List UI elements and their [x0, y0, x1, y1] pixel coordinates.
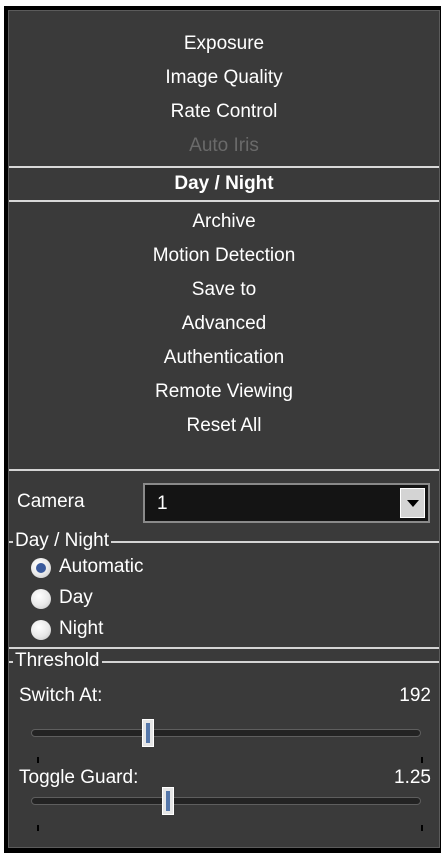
settings-panel: Exposure Image Quality Rate Control Auto…	[4, 6, 441, 853]
settings-menu: Exposure Image Quality Rate Control Auto…	[9, 27, 439, 443]
chevron-down-icon[interactable]	[400, 488, 425, 518]
slider-tick	[421, 757, 423, 763]
toggle-guard-slider-thumb[interactable]	[161, 787, 174, 815]
switch-at-value: 192	[399, 685, 431, 706]
radio-automatic-label: Automatic	[59, 556, 144, 577]
radio-day-label: Day	[59, 587, 93, 608]
menu-item-advanced[interactable]: Advanced	[9, 307, 439, 341]
radio-night-label: Night	[59, 618, 104, 639]
day-night-group-title: Day / Night	[13, 530, 111, 552]
threshold-group-title: Threshold	[13, 650, 102, 672]
switch-at-slider-thumb[interactable]	[142, 719, 154, 747]
menu-item-remote-viewing[interactable]: Remote Viewing	[9, 375, 439, 409]
menu-item-auto-iris: Auto Iris	[189, 135, 259, 156]
radio-button-icon[interactable]	[31, 558, 51, 578]
radio-button-icon[interactable]	[31, 589, 51, 609]
menu-item-reset-all[interactable]: Reset All	[9, 409, 439, 443]
slider-tick	[37, 757, 39, 763]
toggle-guard-slider-track[interactable]	[31, 797, 421, 805]
menu-item-image-quality[interactable]: Image Quality	[9, 61, 439, 95]
menu-item-day-night[interactable]: Day / Night	[9, 166, 439, 202]
radio-button-icon[interactable]	[31, 620, 51, 640]
slider-tick	[37, 825, 39, 831]
group-divider	[9, 647, 439, 649]
menu-item-exposure[interactable]: Exposure	[9, 27, 439, 61]
menu-item-authentication[interactable]: Authentication	[9, 341, 439, 375]
switch-at-label: Switch At:	[19, 685, 103, 706]
camera-select[interactable]: 1	[143, 483, 430, 523]
toggle-guard-label: Toggle Guard:	[19, 767, 139, 788]
day-night-group: Day / Night Automatic Day Night	[9, 530, 439, 653]
camera-label: Camera	[17, 491, 85, 512]
menu-divider	[9, 469, 439, 471]
menu-item-rate-control[interactable]: Rate Control	[9, 95, 439, 129]
menu-item-archive[interactable]: Archive	[9, 205, 439, 239]
toggle-guard-value: 1.25	[394, 767, 431, 788]
switch-at-slider-track[interactable]	[31, 729, 421, 737]
menu-item-save-to[interactable]: Save to	[9, 273, 439, 307]
menu-item-motion-detection[interactable]: Motion Detection	[9, 239, 439, 273]
camera-row: Camera 1	[9, 481, 439, 525]
camera-select-value: 1	[157, 493, 168, 514]
settings-panel-inner: Exposure Image Quality Rate Control Auto…	[8, 10, 440, 848]
slider-tick	[421, 825, 423, 831]
threshold-group: Threshold Switch At: 192 Toggle Guard: 1…	[9, 650, 439, 851]
